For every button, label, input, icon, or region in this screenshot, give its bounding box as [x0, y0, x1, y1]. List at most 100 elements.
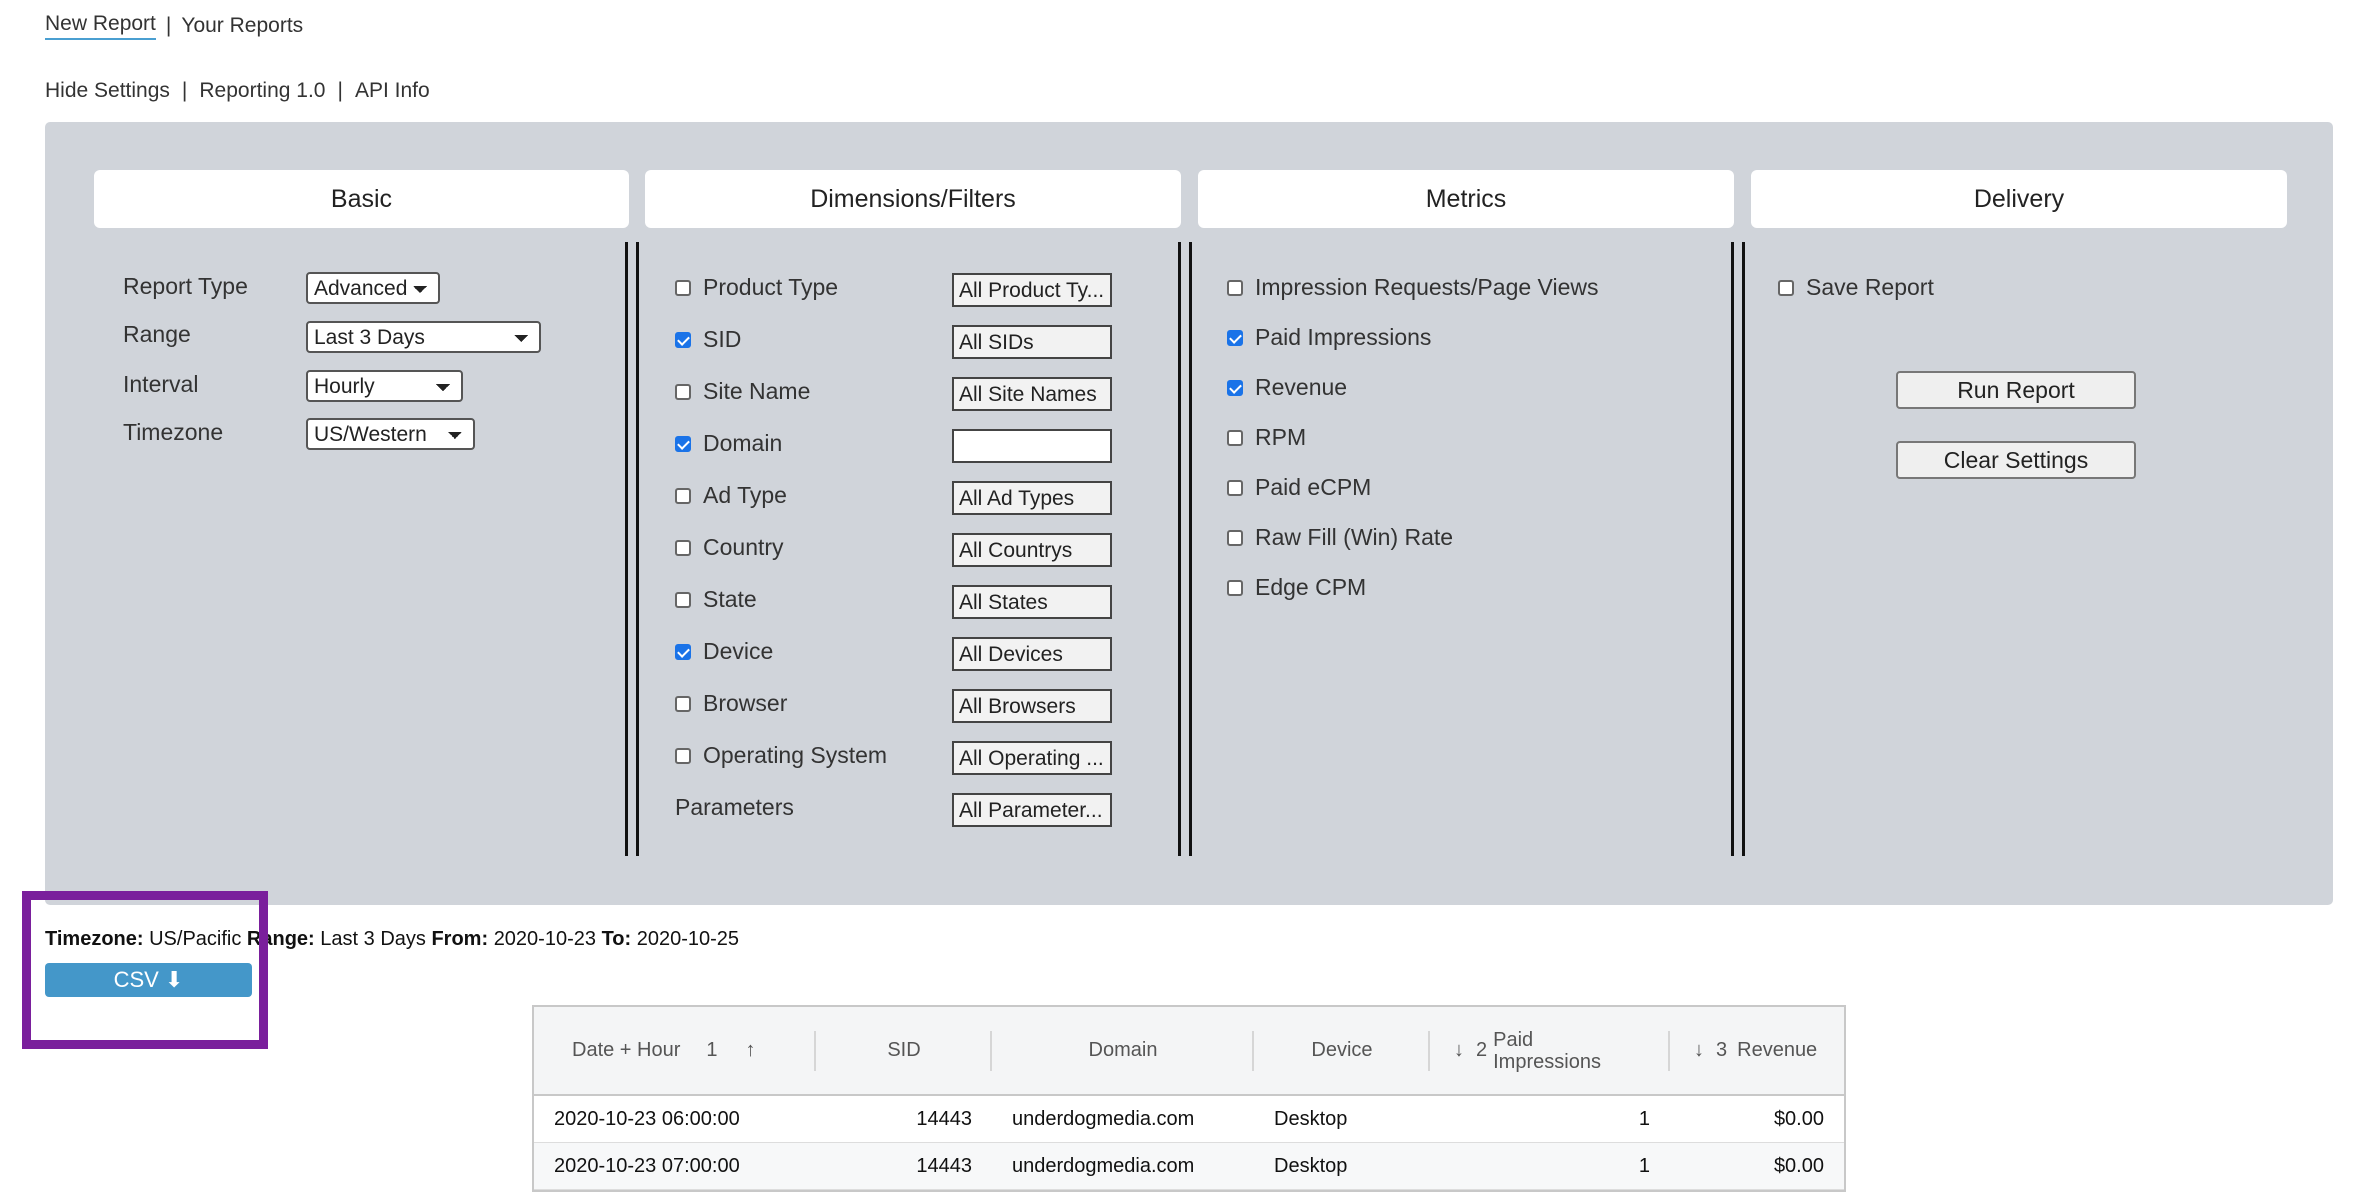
dimension-checkbox[interactable]: Site Name [675, 378, 810, 405]
new-report-link[interactable]: New Report [45, 12, 156, 40]
top-nav: New Report | Your Reports [45, 10, 303, 42]
dimension-label: Ad Type [703, 482, 787, 508]
dimension-checkbox[interactable]: Country [675, 534, 784, 561]
report-type-select[interactable]: Advanced [306, 272, 440, 304]
report-type-label: Report Type [123, 273, 248, 299]
dimension-label: State [703, 586, 757, 612]
metric-label: Paid Impressions [1255, 324, 1432, 350]
checkbox-box[interactable] [1227, 279, 1243, 296]
dimension-filter[interactable]: All SIDs [952, 325, 1112, 359]
cell-revenue: $0.00 [1773, 1154, 1824, 1177]
checkbox-box[interactable] [1227, 579, 1243, 596]
dimension-filter[interactable]: All Product Ty... [952, 273, 1112, 307]
dimension-label: Country [703, 534, 784, 560]
dimension-checkbox[interactable]: Product Type [675, 274, 838, 301]
table-row: 2020-10-23 07:00:00 14443 underdogmedia.co… [534, 1143, 1844, 1190]
cell-domain: underdogmedia.com [1012, 1107, 1195, 1130]
metrics-header: Metrics [1198, 170, 1734, 228]
dimension-label: SID [703, 326, 742, 352]
summary-range-value: Last 3 Days [320, 928, 426, 950]
sort-arrow-up-icon: ↑ [745, 1039, 756, 1061]
sid-header[interactable]: SID [816, 1007, 992, 1094]
api-info-link[interactable]: API Info [355, 79, 430, 103]
metric-label: Edge CPM [1255, 574, 1367, 600]
delivery-header: Delivery [1751, 170, 2287, 228]
checkbox-box[interactable] [675, 435, 691, 452]
checkbox-box[interactable] [675, 747, 691, 764]
dimension-checkbox[interactable]: Ad Type [675, 482, 787, 509]
metric-label: Paid eCPM [1255, 474, 1372, 500]
checkbox-box[interactable] [1227, 479, 1243, 496]
domain-header[interactable]: Domain [992, 1007, 1254, 1094]
dimension-filter[interactable]: All States [952, 585, 1112, 619]
metric-checkbox[interactable]: RPM [1227, 424, 1306, 451]
dimension-filter[interactable]: All Operating ... [952, 741, 1112, 775]
save-report-checkbox[interactable]: Save Report [1778, 274, 1934, 301]
summary-to-key: To: [601, 928, 632, 950]
checkbox-box[interactable] [675, 487, 691, 504]
interval-label: Interval [123, 371, 199, 397]
checkbox-box[interactable] [675, 695, 691, 712]
cell-paid: 1 [1638, 1107, 1650, 1130]
dimension-filter[interactable] [952, 429, 1112, 463]
checkbox-box[interactable] [1227, 529, 1243, 546]
metric-checkbox[interactable]: Impression Requests/Page Views [1227, 274, 1598, 301]
checkbox-box[interactable] [1227, 379, 1243, 396]
cell-sid: 14443 [916, 1107, 972, 1130]
checkbox-box[interactable] [675, 331, 691, 348]
metric-checkbox[interactable]: Raw Fill (Win) Rate [1227, 524, 1453, 551]
dimension-label: Browser [703, 690, 788, 716]
interval-select[interactable]: Hourly [306, 370, 463, 402]
dimension-checkbox[interactable]: State [675, 586, 757, 613]
metric-label: RPM [1255, 424, 1307, 450]
metric-checkbox[interactable]: Revenue [1227, 374, 1347, 401]
parameters-filter[interactable]: All Parameter... [952, 793, 1112, 827]
dimension-checkbox[interactable]: Device [675, 638, 773, 665]
dimension-filter[interactable]: All Devices [952, 637, 1112, 671]
timezone-select[interactable]: US/Western [306, 418, 475, 450]
summary-from-value: 2020-10-23 [493, 928, 596, 950]
dimension-label: Site Name [703, 378, 811, 404]
clear-settings-button[interactable]: Clear Settings [1896, 441, 2136, 479]
dimension-filter[interactable]: All Ad Types [952, 481, 1112, 515]
metric-checkbox[interactable]: Paid eCPM [1227, 474, 1371, 501]
paid-impressions-header[interactable]: ↓ 2 Paid Impressions [1430, 1007, 1670, 1094]
dimension-checkbox[interactable]: Domain [675, 430, 782, 457]
checkbox-box[interactable] [675, 591, 691, 608]
summary-from-key: From: [431, 928, 489, 950]
nav-separator: | [165, 14, 172, 37]
dimension-checkbox[interactable]: Operating System [675, 742, 887, 769]
checkbox-box[interactable] [675, 539, 691, 556]
checkbox-box[interactable] [1778, 279, 1794, 296]
results-table: Date + Hour 1 ↑ SID Domain Device ↓ 2 Pa… [532, 1005, 1846, 1192]
checkbox-box[interactable] [675, 643, 691, 660]
table-header: Date + Hour 1 ↑ SID Domain Device ↓ 2 Pa… [534, 1007, 1844, 1096]
checkbox-box[interactable] [1227, 329, 1243, 346]
nav-separator: | [181, 79, 188, 102]
device-header[interactable]: Device [1254, 1007, 1430, 1094]
reporting-version-link[interactable]: Reporting 1.0 [199, 79, 325, 103]
dimension-label: Device [703, 638, 774, 664]
dimension-checkbox[interactable]: Browser [675, 690, 787, 717]
column-divider [1178, 242, 1192, 856]
range-select[interactable]: Last 3 Days [306, 321, 541, 353]
settings-panel: Basic Dimensions/Filters Metrics Deliver… [45, 122, 2333, 905]
dimension-checkbox[interactable]: SID [675, 326, 741, 353]
metric-checkbox[interactable]: Edge CPM [1227, 574, 1366, 601]
checkbox-box[interactable] [675, 383, 691, 400]
save-report-label: Save Report [1806, 274, 1934, 300]
dimension-filter[interactable]: All Browsers [952, 689, 1112, 723]
date-hour-header[interactable]: Date + Hour 1 ↑ [534, 1007, 816, 1094]
metric-checkbox[interactable]: Paid Impressions [1227, 324, 1431, 351]
dimension-filter[interactable]: All Site Names [952, 377, 1112, 411]
hide-settings-link[interactable]: Hide Settings [45, 79, 170, 103]
cell-revenue: $0.00 [1773, 1107, 1824, 1130]
nav-separator: | [337, 79, 343, 102]
run-report-button[interactable]: Run Report [1896, 371, 2136, 409]
dimension-filter[interactable]: All Countrys [952, 533, 1112, 567]
basic-header: Basic [94, 170, 629, 228]
revenue-header[interactable]: ↓ 3 Revenue [1670, 1007, 1844, 1094]
checkbox-box[interactable] [675, 279, 691, 296]
checkbox-box[interactable] [1227, 429, 1243, 446]
your-reports-link[interactable]: Your Reports [181, 14, 303, 38]
